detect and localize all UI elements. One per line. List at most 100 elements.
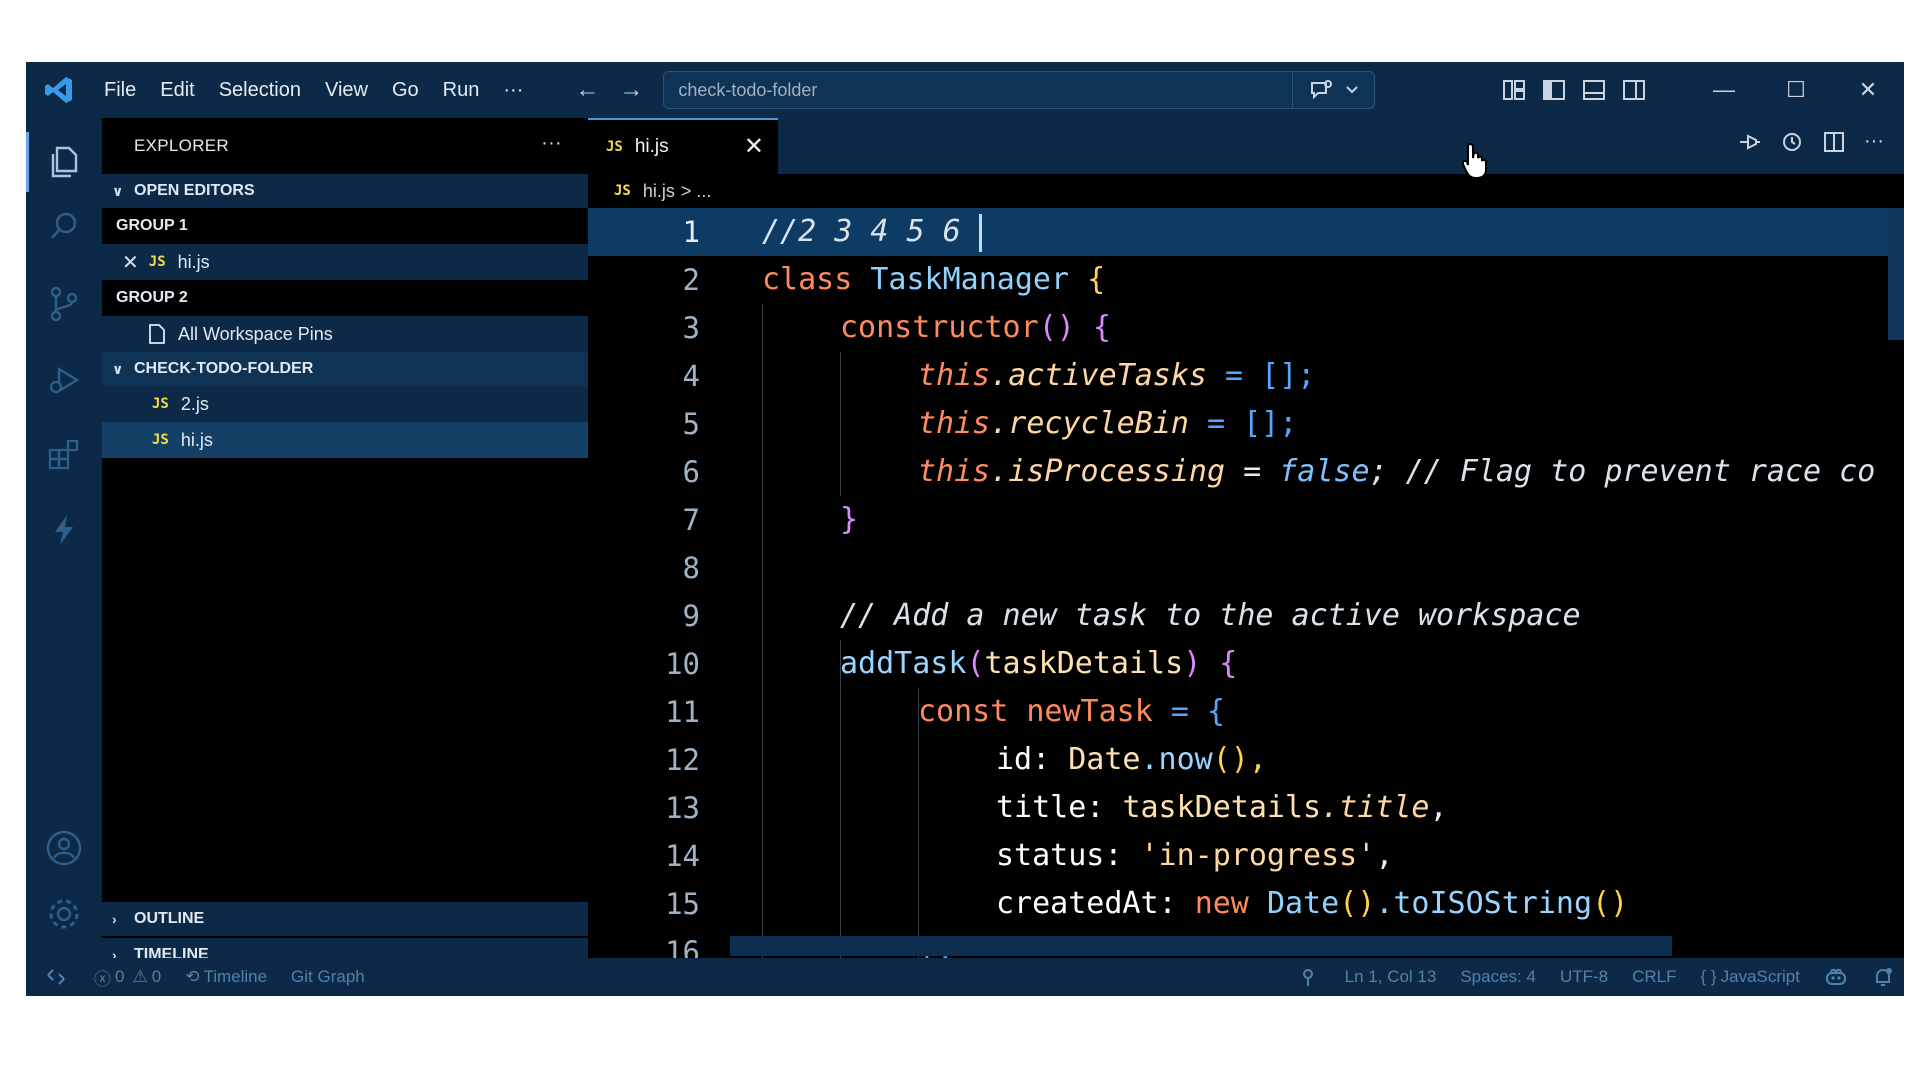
- cursor-position[interactable]: Ln 1, Col 13: [1345, 967, 1437, 987]
- code-line-1[interactable]: 1 //2 3 4 5 6: [588, 208, 1904, 256]
- git-graph-label: Git Graph: [291, 967, 365, 986]
- breadcrumb-file[interactable]: hi.js: [643, 181, 675, 202]
- file-item-2-js[interactable]: JS 2.js: [102, 386, 588, 422]
- account-icon[interactable]: [26, 818, 102, 878]
- git-graph-status[interactable]: Git Graph: [291, 967, 365, 987]
- source-control-icon[interactable]: [26, 274, 102, 334]
- all-workspace-pins-item[interactable]: All Workspace Pins: [102, 316, 588, 352]
- code-line-12[interactable]: 12 id: Date.now(),: [588, 736, 1904, 784]
- code-line-15[interactable]: 15 createdAt: new Date().toISOString(): [588, 880, 1904, 928]
- menu-edit[interactable]: Edit: [148, 62, 206, 118]
- menu-go[interactable]: Go: [380, 62, 431, 118]
- settings-gear-icon[interactable]: [26, 884, 102, 944]
- code-token: new: [1194, 886, 1267, 921]
- pin-icon[interactable]: [1736, 130, 1762, 154]
- chat-icon[interactable]: [1309, 79, 1333, 101]
- horizontal-scrollbar[interactable]: [730, 936, 1672, 956]
- outline-section[interactable]: › OUTLINE: [102, 902, 588, 936]
- menu-selection[interactable]: Selection: [207, 62, 313, 118]
- lightning-icon[interactable]: [26, 500, 102, 560]
- toggle-secondary-sidebar-icon[interactable]: [1614, 79, 1654, 101]
- status-bar: ⓧ 0 ⚠ 0 ⟲ Timeline Git Graph Ln 1, Col 1…: [26, 958, 1904, 996]
- editor-more-button[interactable]: ···: [1864, 130, 1884, 154]
- copilot-icon[interactable]: [1824, 967, 1848, 987]
- line-number: 16: [665, 935, 700, 958]
- explorer-icon[interactable]: [26, 132, 102, 192]
- code-line-11[interactable]: 11 const newTask = {: [588, 688, 1904, 736]
- toggle-sidebar-icon[interactable]: [1534, 79, 1574, 101]
- line-number: 13: [665, 791, 700, 825]
- code-line-8[interactable]: 8: [588, 544, 1904, 592]
- line-number: 15: [665, 887, 700, 921]
- timeline-status-label: Timeline: [203, 967, 268, 986]
- file-item-hi-js[interactable]: JS hi.js: [102, 422, 588, 458]
- breadcrumb-symbols[interactable]: > ...: [681, 181, 712, 202]
- code-token: =: [1225, 454, 1280, 489]
- problems-indicator[interactable]: ⓧ 0 ⚠ 0: [94, 965, 161, 990]
- remote-icon[interactable]: [26, 967, 86, 987]
- js-file-icon: JS: [614, 183, 631, 199]
- code-token: constructor: [840, 310, 1039, 345]
- chat-menu[interactable]: [1292, 72, 1374, 108]
- history-icon[interactable]: [1780, 130, 1804, 154]
- split-editor-icon[interactable]: [1822, 130, 1846, 154]
- js-file-icon: JS: [606, 139, 623, 155]
- open-editor-hi-js[interactable]: ✕ JS hi.js: [102, 244, 588, 280]
- language-label: JavaScript: [1720, 967, 1800, 986]
- code-line-5[interactable]: 5 this.recycleBin = [];: [588, 400, 1904, 448]
- code-line-9[interactable]: 9 // Add a new task to the active worksp…: [588, 592, 1904, 640]
- code-line-7[interactable]: 7 }: [588, 496, 1904, 544]
- vertical-scrollbar[interactable]: [1888, 208, 1904, 340]
- sidebar-more-button[interactable]: ···: [541, 132, 562, 155]
- sidebar-title: EXPLORER: [134, 136, 229, 155]
- folder-section[interactable]: ∨ CHECK-TODO-FOLDER: [102, 352, 588, 386]
- pin-location-icon[interactable]: [1301, 967, 1315, 987]
- line-ending[interactable]: CRLF: [1632, 967, 1676, 987]
- timeline-section[interactable]: › TIMELINE: [102, 938, 588, 972]
- extensions-icon[interactable]: [26, 424, 102, 484]
- code-area[interactable]: 1 //2 3 4 5 6 2 class TaskManager { 3 co…: [588, 208, 1904, 958]
- line-number: 5: [682, 407, 700, 441]
- tab-hi-js[interactable]: JS hi.js ✕: [588, 118, 778, 174]
- close-button[interactable]: ✕: [1832, 77, 1904, 103]
- language-mode[interactable]: { } JavaScript: [1701, 967, 1800, 987]
- close-editor-icon[interactable]: ✕: [122, 250, 139, 275]
- group-1-header[interactable]: GROUP 1: [102, 208, 588, 244]
- customize-layout-icon[interactable]: [1494, 79, 1534, 101]
- back-arrow-icon[interactable]: ←: [575, 76, 599, 104]
- toggle-panel-icon[interactable]: [1574, 79, 1614, 101]
- menu-file[interactable]: File: [92, 62, 148, 118]
- code-token: .activeTasks: [990, 358, 1207, 393]
- open-editors-section[interactable]: ∨ OPEN EDITORS: [102, 174, 588, 208]
- maximize-button[interactable]: ☐: [1760, 77, 1832, 103]
- code-token: status:: [996, 838, 1141, 873]
- command-center-text: check-todo-folder: [678, 79, 818, 100]
- indentation[interactable]: Spaces: 4: [1460, 967, 1536, 987]
- group-2-header[interactable]: GROUP 2: [102, 280, 588, 316]
- history-icon: ⟲: [185, 967, 200, 986]
- code-line-3[interactable]: 3 constructor() {: [588, 304, 1904, 352]
- command-center[interactable]: check-todo-folder: [663, 71, 1376, 109]
- encoding[interactable]: UTF-8: [1560, 967, 1608, 987]
- code-line-13[interactable]: 13 title: taskDetails.title,: [588, 784, 1904, 832]
- chevron-down-icon[interactable]: [1345, 85, 1359, 95]
- code-line-2[interactable]: 2 class TaskManager {: [588, 256, 1904, 304]
- code-line-10[interactable]: 10 addTask(taskDetails) {: [588, 640, 1904, 688]
- menu-more[interactable]: ···: [491, 62, 535, 118]
- notifications-bell-icon[interactable]: [1872, 966, 1894, 988]
- menu-view[interactable]: View: [313, 62, 380, 118]
- search-icon[interactable]: [26, 196, 102, 256]
- code-line-14[interactable]: 14 status: 'in-progress',: [588, 832, 1904, 880]
- file-icon: [149, 324, 165, 344]
- code-token: false: [1279, 454, 1370, 489]
- code-token: createdAt:: [996, 886, 1195, 921]
- code-line-4[interactable]: 4 this.activeTasks = [];: [588, 352, 1904, 400]
- timeline-status[interactable]: ⟲ Timeline: [185, 967, 267, 987]
- code-token: newTask: [1026, 694, 1153, 729]
- tab-close-icon[interactable]: ✕: [744, 132, 764, 161]
- minimize-button[interactable]: —: [1688, 77, 1760, 103]
- code-line-6[interactable]: 6 this.isProcessing = false; // Flag to …: [588, 448, 1904, 496]
- menu-run[interactable]: Run: [431, 62, 492, 118]
- run-debug-icon[interactable]: [26, 350, 102, 410]
- forward-arrow-icon[interactable]: →: [619, 76, 643, 104]
